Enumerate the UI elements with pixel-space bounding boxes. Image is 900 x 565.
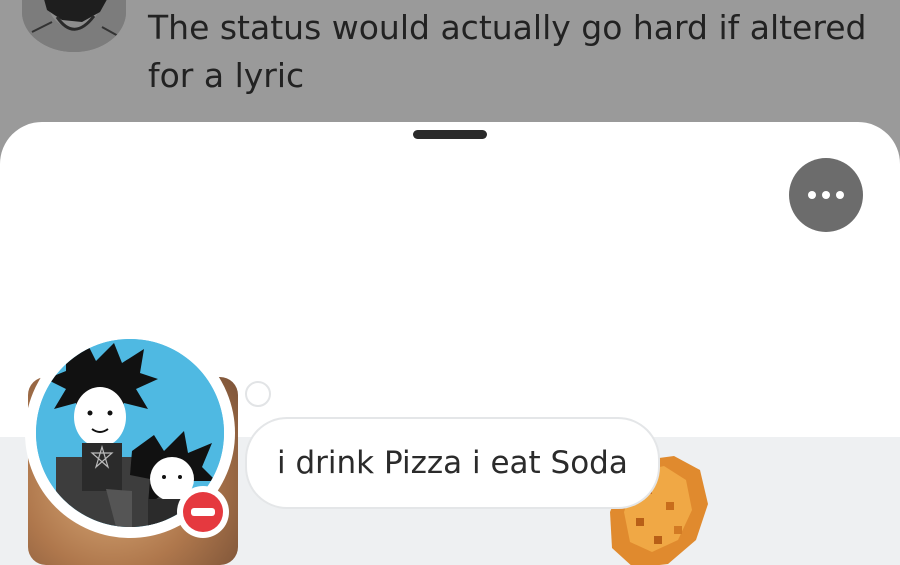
do-not-disturb-icon [183, 492, 223, 532]
status-badge [177, 486, 229, 538]
sheet-drag-handle[interactable] [413, 130, 487, 139]
background-message-avatar[interactable] [22, 0, 126, 52]
background-chat-message: The status would actually go hard if alt… [0, 0, 900, 122]
more-horizontal-icon [808, 191, 816, 199]
background-message-text: The status would actually go hard if alt… [148, 8, 867, 95]
profile-bottom-sheet: i drink Pizza i eat Soda [0, 122, 900, 565]
more-dot [836, 191, 844, 199]
custom-status-bubble[interactable]: i drink Pizza i eat Soda [247, 419, 658, 507]
thought-bubble-dot [245, 381, 271, 407]
more-options-button[interactable] [789, 158, 863, 232]
custom-status-text: i drink Pizza i eat Soda [277, 445, 628, 481]
dnd-bar [191, 508, 215, 516]
more-dot [822, 191, 830, 199]
